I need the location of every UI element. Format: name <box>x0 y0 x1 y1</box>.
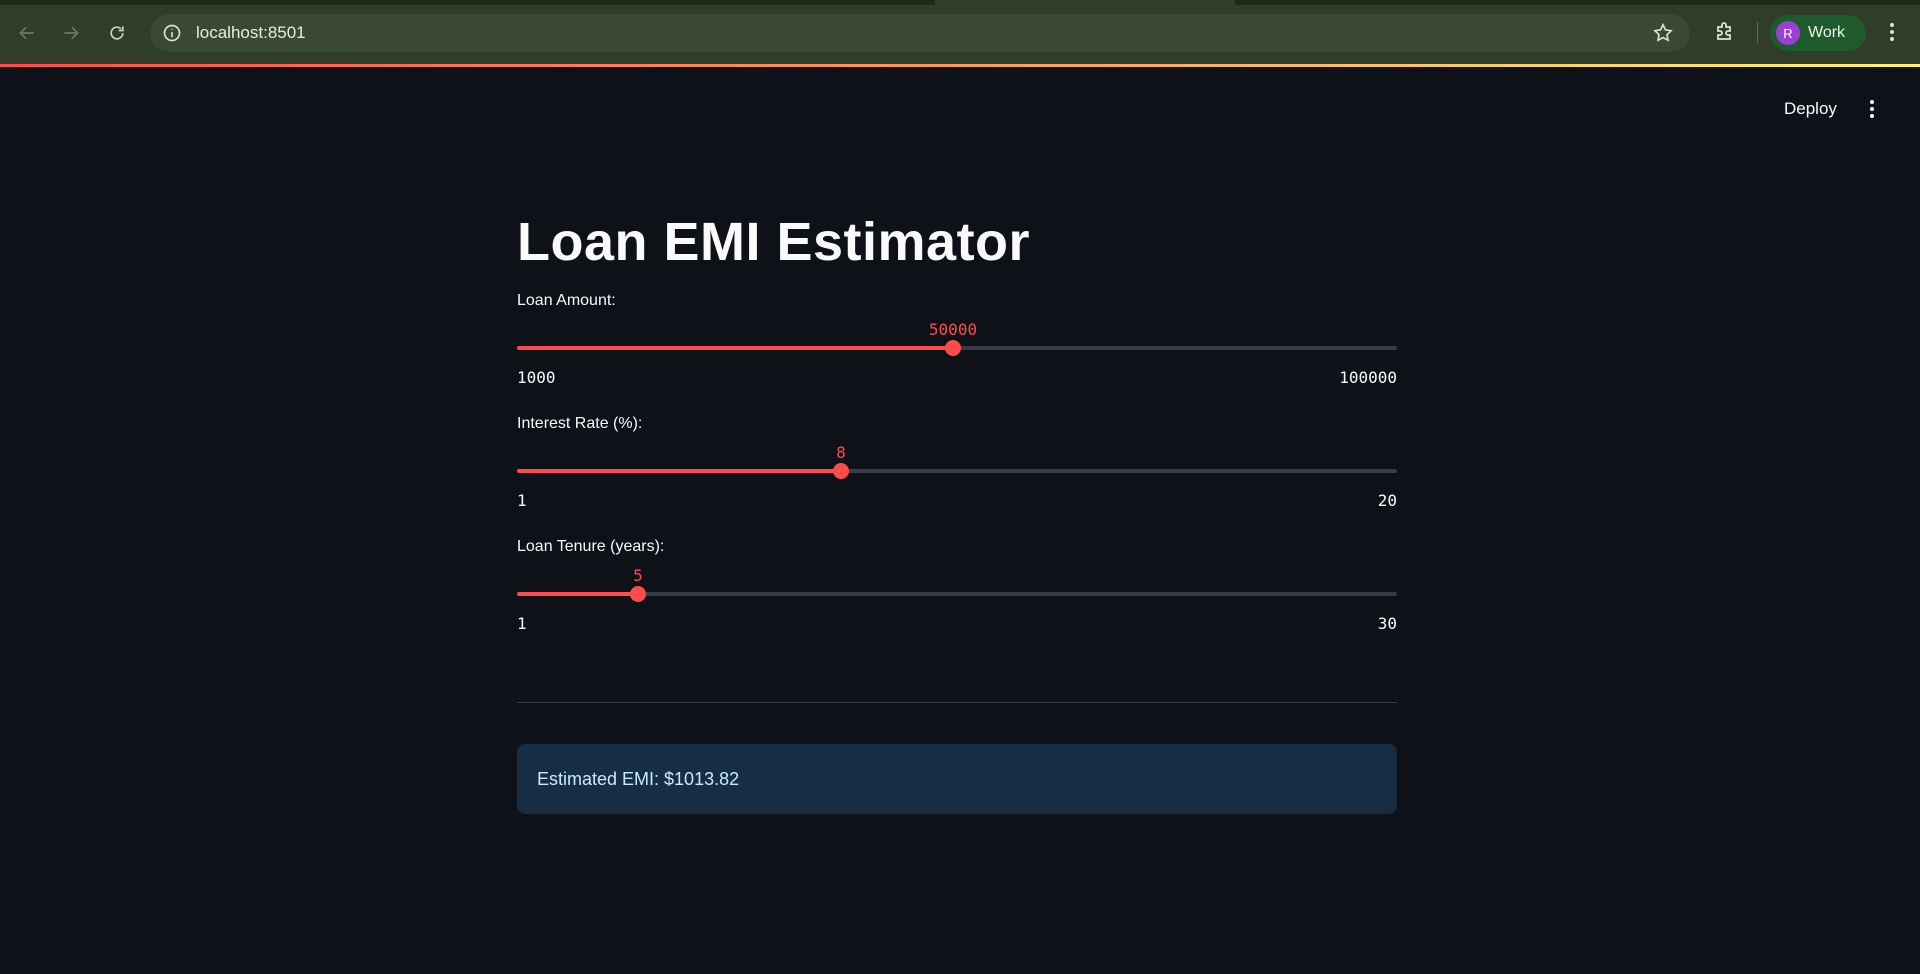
interest-rate-slider: Interest Rate (%): 8 1 20 <box>517 415 1397 538</box>
more-vert-icon[interactable] <box>1880 20 1904 44</box>
loan-tenure-slider: Loan Tenure (years): 5 1 30 <box>517 538 1397 661</box>
extensions-icon[interactable] <box>1713 20 1737 44</box>
slider-max: 20 <box>1377 491 1397 510</box>
slider-current-value: 5 <box>633 566 643 585</box>
reload-icon <box>110 26 124 40</box>
loan-amount-slider: Loan Amount: 50000 1000 100000 <box>517 292 1397 415</box>
main-content: Loan EMI Estimator Loan Amount: 50000 10… <box>517 200 1397 814</box>
star-icon[interactable] <box>1652 22 1674 44</box>
slider-track[interactable] <box>517 463 1397 479</box>
slider-min: 1 <box>517 614 527 633</box>
slider-fill <box>517 346 953 350</box>
active-tab[interactable] <box>935 0 1235 5</box>
slider-label: Interest Rate (%): <box>517 415 643 432</box>
profile-name: Work <box>1808 24 1846 41</box>
slider-label: Loan Tenure (years): <box>517 538 665 555</box>
slider-label: Loan Amount: <box>517 292 616 309</box>
estimated-emi-text: Estimated EMI: $1013.82 <box>537 768 740 789</box>
browser-toolbar: localhost:8501 R Work <box>0 0 1920 64</box>
reload-button[interactable] <box>102 18 132 48</box>
slider-fill <box>517 469 841 473</box>
slider-thumb[interactable] <box>630 586 646 602</box>
toolbar-separator <box>1757 22 1758 44</box>
app-decoration-bar <box>0 64 1920 67</box>
back-button[interactable] <box>12 18 42 48</box>
forward-button[interactable] <box>56 18 86 48</box>
result-info-box: Estimated EMI: $1013.82 <box>517 744 1397 814</box>
slider-min: 1 <box>517 491 527 510</box>
profile-button[interactable]: R Work <box>1770 15 1866 51</box>
more-vert-icon[interactable] <box>1860 96 1884 122</box>
slider-thumb[interactable] <box>833 463 849 479</box>
tab-strip <box>0 0 1920 5</box>
slider-thumb[interactable] <box>945 340 961 356</box>
address-bar[interactable]: localhost:8501 <box>150 14 1690 52</box>
page-title: Loan EMI Estimator <box>517 212 1031 272</box>
slider-track[interactable] <box>517 586 1397 602</box>
slider-min: 1000 <box>517 368 556 387</box>
slider-fill <box>517 592 638 596</box>
back-arrow-icon <box>19 26 34 40</box>
slider-track[interactable] <box>517 340 1397 356</box>
slider-current-value: 50000 <box>928 320 978 339</box>
divider <box>517 702 1397 703</box>
slider-current-value: 8 <box>836 443 846 462</box>
forward-arrow-icon <box>64 26 79 40</box>
info-icon[interactable] <box>162 23 182 43</box>
slider-max: 100000 <box>1339 368 1397 387</box>
deploy-button[interactable]: Deploy <box>1772 92 1849 126</box>
avatar: R <box>1776 21 1800 45</box>
slider-max: 30 <box>1377 614 1397 633</box>
url-text[interactable]: localhost:8501 <box>196 14 306 52</box>
